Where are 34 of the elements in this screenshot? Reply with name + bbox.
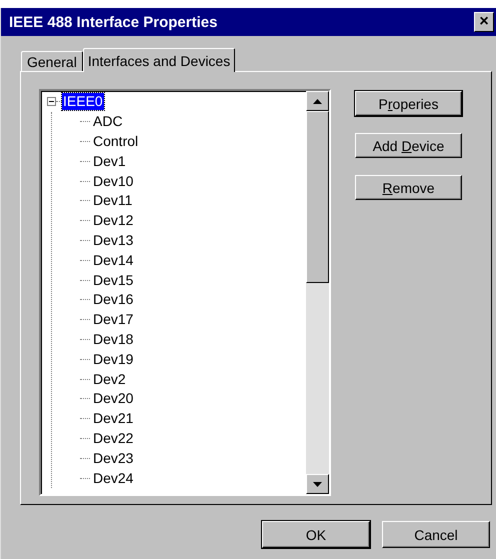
tree-item[interactable]: Dev17 bbox=[92, 311, 134, 328]
tree-item[interactable]: Dev19 bbox=[92, 350, 134, 368]
tree-item[interactable]: Dev23 bbox=[92, 450, 134, 467]
tree-item[interactable]: Dev13 bbox=[92, 232, 134, 249]
scroll-bar[interactable] bbox=[306, 91, 329, 494]
tree-item[interactable]: Dev11 bbox=[92, 192, 134, 210]
tree-item[interactable]: Dev12 bbox=[92, 212, 134, 230]
tree-item[interactable]: Dev1 bbox=[92, 152, 127, 170]
tab[interactable]: Interfaces and Devices bbox=[82, 48, 236, 72]
tree-item[interactable]: Dev20 bbox=[92, 390, 134, 408]
close-button[interactable]: × bbox=[474, 12, 494, 32]
scroll-down-icon[interactable] bbox=[306, 474, 329, 494]
tree-item[interactable]: Dev10 bbox=[92, 172, 134, 190]
dialog-button[interactable]: Cancel bbox=[382, 521, 490, 548]
tree-item[interactable]: IEEE0 bbox=[62, 93, 104, 110]
dialog-button[interactable]: Properies bbox=[355, 91, 462, 116]
tree-item[interactable]: Dev21 bbox=[92, 410, 134, 428]
tree-item[interactable]: Dev24 bbox=[92, 470, 134, 487]
tree-item[interactable]: ADC bbox=[92, 113, 124, 130]
dialog-button[interactable]: Remove bbox=[355, 175, 462, 200]
dialog-button[interactable]: OK bbox=[262, 521, 370, 548]
scroll-thumb[interactable] bbox=[306, 111, 329, 283]
tree-item[interactable]: Dev18 bbox=[92, 330, 134, 348]
tree-item[interactable]: Dev15 bbox=[92, 272, 134, 289]
collapse-icon[interactable] bbox=[47, 97, 56, 106]
dialog-button[interactable]: Add Device bbox=[355, 133, 462, 158]
tab[interactable]: General bbox=[21, 51, 83, 71]
scroll-up-icon[interactable] bbox=[306, 91, 329, 111]
tree-item[interactable]: Dev14 bbox=[92, 252, 134, 269]
tree-item[interactable]: Dev16 bbox=[92, 291, 134, 308]
tree-item[interactable]: Dev2 bbox=[92, 370, 127, 388]
tree-item[interactable]: Control bbox=[92, 132, 140, 150]
tree-item[interactable]: Dev22 bbox=[92, 430, 134, 447]
window-title: IEEE 488 Interface Properties bbox=[9, 14, 218, 30]
